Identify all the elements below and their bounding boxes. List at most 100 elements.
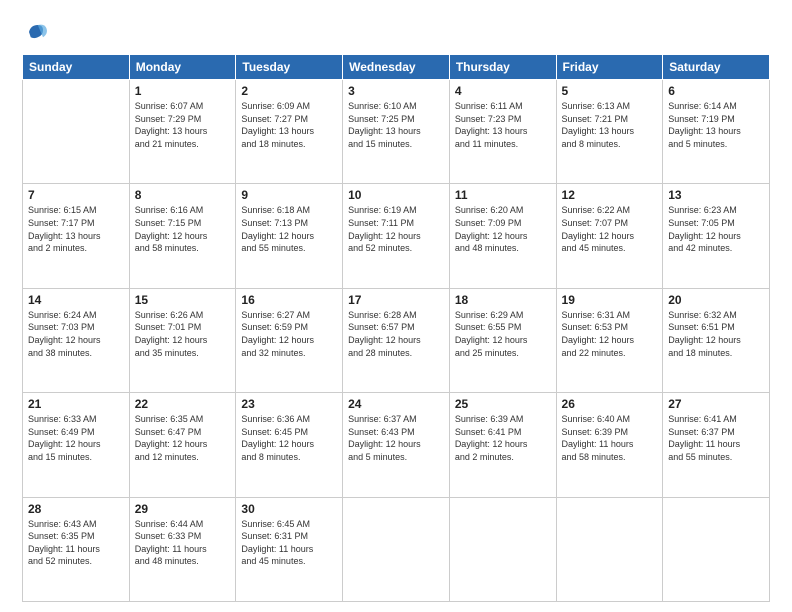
day-info: Sunrise: 6:14 AM Sunset: 7:19 PM Dayligh… xyxy=(668,100,764,150)
day-info: Sunrise: 6:43 AM Sunset: 6:35 PM Dayligh… xyxy=(28,518,124,568)
calendar-cell xyxy=(449,497,556,601)
calendar-cell: 3 Sunrise: 6:10 AM Sunset: 7:25 PM Daylig… xyxy=(343,80,450,184)
day-info: Sunrise: 6:24 AM Sunset: 7:03 PM Dayligh… xyxy=(28,309,124,359)
calendar-cell: 30 Sunrise: 6:45 AM Sunset: 6:31 PM Dayli… xyxy=(236,497,343,601)
calendar-cell: 14 Sunrise: 6:24 AM Sunset: 7:03 PM Dayli… xyxy=(23,288,130,392)
day-info: Sunrise: 6:26 AM Sunset: 7:01 PM Dayligh… xyxy=(135,309,231,359)
day-info: Sunrise: 6:18 AM Sunset: 7:13 PM Dayligh… xyxy=(241,204,337,254)
day-number: 4 xyxy=(455,84,551,98)
day-number: 7 xyxy=(28,188,124,202)
calendar-page: SundayMondayTuesdayWednesdayThursdayFrid… xyxy=(0,0,792,612)
calendar-cell: 24 Sunrise: 6:37 AM Sunset: 6:43 PM Dayli… xyxy=(343,393,450,497)
day-number: 12 xyxy=(562,188,658,202)
calendar-header-thursday: Thursday xyxy=(449,55,556,80)
calendar-week-2: 7 Sunrise: 6:15 AM Sunset: 7:17 PM Daylig… xyxy=(23,184,770,288)
day-info: Sunrise: 6:22 AM Sunset: 7:07 PM Dayligh… xyxy=(562,204,658,254)
calendar-cell: 23 Sunrise: 6:36 AM Sunset: 6:45 PM Dayli… xyxy=(236,393,343,497)
day-info: Sunrise: 6:11 AM Sunset: 7:23 PM Dayligh… xyxy=(455,100,551,150)
calendar-cell: 1 Sunrise: 6:07 AM Sunset: 7:29 PM Daylig… xyxy=(129,80,236,184)
day-number: 30 xyxy=(241,502,337,516)
day-info: Sunrise: 6:37 AM Sunset: 6:43 PM Dayligh… xyxy=(348,413,444,463)
day-info: Sunrise: 6:15 AM Sunset: 7:17 PM Dayligh… xyxy=(28,204,124,254)
calendar-cell: 28 Sunrise: 6:43 AM Sunset: 6:35 PM Dayli… xyxy=(23,497,130,601)
day-info: Sunrise: 6:07 AM Sunset: 7:29 PM Dayligh… xyxy=(135,100,231,150)
day-number: 23 xyxy=(241,397,337,411)
calendar-header-friday: Friday xyxy=(556,55,663,80)
calendar-cell: 17 Sunrise: 6:28 AM Sunset: 6:57 PM Dayli… xyxy=(343,288,450,392)
day-number: 21 xyxy=(28,397,124,411)
day-info: Sunrise: 6:40 AM Sunset: 6:39 PM Dayligh… xyxy=(562,413,658,463)
day-info: Sunrise: 6:28 AM Sunset: 6:57 PM Dayligh… xyxy=(348,309,444,359)
day-number: 20 xyxy=(668,293,764,307)
calendar-cell: 21 Sunrise: 6:33 AM Sunset: 6:49 PM Dayli… xyxy=(23,393,130,497)
day-number: 11 xyxy=(455,188,551,202)
day-number: 26 xyxy=(562,397,658,411)
day-number: 5 xyxy=(562,84,658,98)
day-number: 19 xyxy=(562,293,658,307)
day-number: 22 xyxy=(135,397,231,411)
calendar-cell: 22Sunrise: 6:35 AM Sunset: 6:47 PM Dayli… xyxy=(129,393,236,497)
calendar-cell: 25Sunrise: 6:39 AM Sunset: 6:41 PM Dayli… xyxy=(449,393,556,497)
day-number: 16 xyxy=(241,293,337,307)
calendar-table: SundayMondayTuesdayWednesdayThursdayFrid… xyxy=(22,54,770,602)
calendar-week-1: 1 Sunrise: 6:07 AM Sunset: 7:29 PM Daylig… xyxy=(23,80,770,184)
calendar-cell: 4 Sunrise: 6:11 AM Sunset: 7:23 PM Daylig… xyxy=(449,80,556,184)
day-number: 14 xyxy=(28,293,124,307)
day-number: 24 xyxy=(348,397,444,411)
header xyxy=(22,18,770,46)
day-info: Sunrise: 6:36 AM Sunset: 6:45 PM Dayligh… xyxy=(241,413,337,463)
day-info: Sunrise: 6:09 AM Sunset: 7:27 PM Dayligh… xyxy=(241,100,337,150)
calendar-header-sunday: Sunday xyxy=(23,55,130,80)
day-info: Sunrise: 6:23 AM Sunset: 7:05 PM Dayligh… xyxy=(668,204,764,254)
day-info: Sunrise: 6:19 AM Sunset: 7:11 PM Dayligh… xyxy=(348,204,444,254)
calendar-cell: 8 Sunrise: 6:16 AM Sunset: 7:15 PM Daylig… xyxy=(129,184,236,288)
calendar-cell xyxy=(556,497,663,601)
day-info: Sunrise: 6:31 AM Sunset: 6:53 PM Dayligh… xyxy=(562,309,658,359)
calendar-week-3: 14 Sunrise: 6:24 AM Sunset: 7:03 PM Dayli… xyxy=(23,288,770,392)
day-info: Sunrise: 6:41 AM Sunset: 6:37 PM Dayligh… xyxy=(668,413,764,463)
day-number: 6 xyxy=(668,84,764,98)
day-number: 28 xyxy=(28,502,124,516)
day-number: 8 xyxy=(135,188,231,202)
day-info: Sunrise: 6:27 AM Sunset: 6:59 PM Dayligh… xyxy=(241,309,337,359)
logo-icon xyxy=(22,18,50,46)
day-info: Sunrise: 6:33 AM Sunset: 6:49 PM Dayligh… xyxy=(28,413,124,463)
calendar-header-saturday: Saturday xyxy=(663,55,770,80)
day-number: 3 xyxy=(348,84,444,98)
calendar-week-5: 28 Sunrise: 6:43 AM Sunset: 6:35 PM Dayli… xyxy=(23,497,770,601)
day-info: Sunrise: 6:32 AM Sunset: 6:51 PM Dayligh… xyxy=(668,309,764,359)
day-number: 27 xyxy=(668,397,764,411)
day-info: Sunrise: 6:45 AM Sunset: 6:31 PM Dayligh… xyxy=(241,518,337,568)
calendar-cell: 9 Sunrise: 6:18 AM Sunset: 7:13 PM Daylig… xyxy=(236,184,343,288)
calendar-cell: 15 Sunrise: 6:26 AM Sunset: 7:01 PM Dayli… xyxy=(129,288,236,392)
calendar-cell: 2 Sunrise: 6:09 AM Sunset: 7:27 PM Daylig… xyxy=(236,80,343,184)
day-number: 15 xyxy=(135,293,231,307)
day-number: 10 xyxy=(348,188,444,202)
day-number: 29 xyxy=(135,502,231,516)
day-number: 17 xyxy=(348,293,444,307)
day-number: 1 xyxy=(135,84,231,98)
calendar-header-wednesday: Wednesday xyxy=(343,55,450,80)
calendar-week-4: 21 Sunrise: 6:33 AM Sunset: 6:49 PM Dayli… xyxy=(23,393,770,497)
calendar-cell: 27 Sunrise: 6:41 AM Sunset: 6:37 PM Dayli… xyxy=(663,393,770,497)
calendar-cell xyxy=(663,497,770,601)
day-number: 2 xyxy=(241,84,337,98)
calendar-cell: 13Sunrise: 6:23 AM Sunset: 7:05 PM Dayli… xyxy=(663,184,770,288)
logo xyxy=(22,18,54,46)
calendar-header-row: SundayMondayTuesdayWednesdayThursdayFrid… xyxy=(23,55,770,80)
day-number: 9 xyxy=(241,188,337,202)
calendar-cell xyxy=(343,497,450,601)
calendar-header-monday: Monday xyxy=(129,55,236,80)
calendar-cell xyxy=(23,80,130,184)
day-info: Sunrise: 6:29 AM Sunset: 6:55 PM Dayligh… xyxy=(455,309,551,359)
calendar-cell: 16 Sunrise: 6:27 AM Sunset: 6:59 PM Dayli… xyxy=(236,288,343,392)
day-number: 25 xyxy=(455,397,551,411)
calendar-cell: 26 Sunrise: 6:40 AM Sunset: 6:39 PM Dayli… xyxy=(556,393,663,497)
calendar-cell: 7 Sunrise: 6:15 AM Sunset: 7:17 PM Daylig… xyxy=(23,184,130,288)
calendar-cell: 10 Sunrise: 6:19 AM Sunset: 7:11 PM Dayli… xyxy=(343,184,450,288)
day-info: Sunrise: 6:20 AM Sunset: 7:09 PM Dayligh… xyxy=(455,204,551,254)
calendar-cell: 12 Sunrise: 6:22 AM Sunset: 7:07 PM Dayli… xyxy=(556,184,663,288)
day-info: Sunrise: 6:16 AM Sunset: 7:15 PM Dayligh… xyxy=(135,204,231,254)
day-info: Sunrise: 6:10 AM Sunset: 7:25 PM Dayligh… xyxy=(348,100,444,150)
calendar-cell: 20 Sunrise: 6:32 AM Sunset: 6:51 PM Dayli… xyxy=(663,288,770,392)
